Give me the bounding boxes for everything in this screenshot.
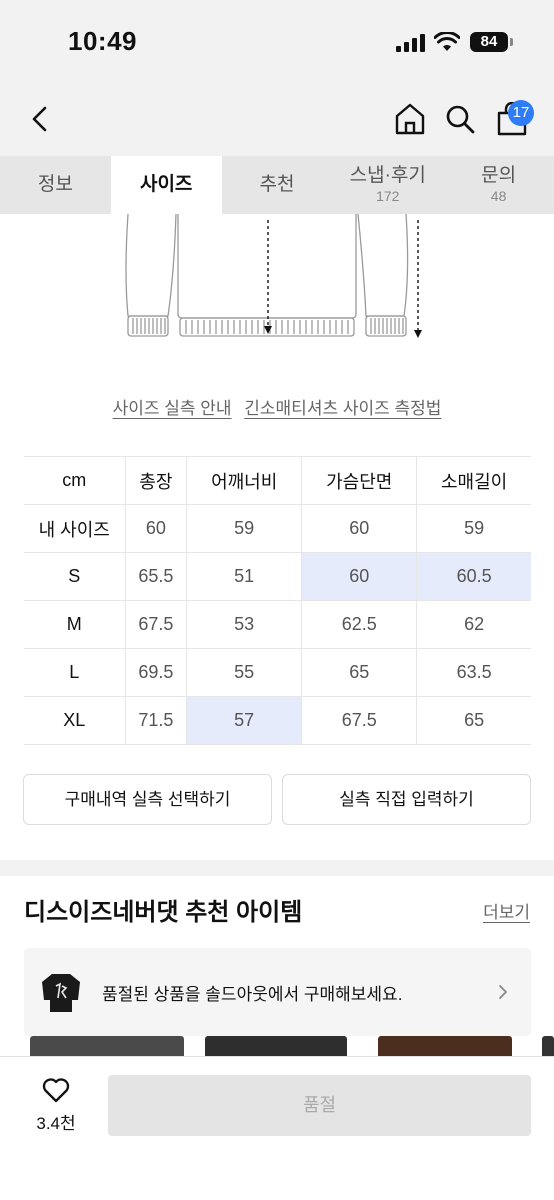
product-tabs: 정보 사이즈 추천 스냅·후기 172 문의 48: [0, 156, 554, 214]
table-cell-highlighted: 60: [301, 552, 418, 601]
measure-method-link[interactable]: 긴소매티셔츠 사이즈 측정법: [244, 399, 441, 418]
sold-out-button[interactable]: 품절: [108, 1075, 531, 1136]
product-image-peek[interactable]: [205, 1036, 347, 1056]
table-cell: 59: [186, 504, 303, 553]
tab-label: 정보: [37, 174, 73, 195]
size-guide-links: 사이즈 실측 안내 긴소매티셔츠 사이즈 측정법: [0, 394, 554, 419]
table-header-cell: 어깨너비: [186, 456, 303, 505]
table-cell: 53: [186, 600, 303, 649]
more-link[interactable]: 더보기: [483, 898, 530, 923]
wifi-icon: [434, 32, 460, 51]
table-cell-highlighted: 57: [186, 696, 303, 745]
battery-tip: [510, 38, 513, 46]
table-row: S 65.5 51 60 60.5: [24, 552, 531, 601]
chevron-right-icon: [499, 985, 507, 999]
heart-icon[interactable]: [42, 1077, 70, 1103]
tab-label: 스냅·후기: [349, 165, 426, 186]
tab-recommend[interactable]: 추천: [222, 156, 333, 214]
like-count: 3.4천: [36, 1114, 76, 1133]
table-header-cell: 총장: [125, 456, 188, 505]
table-cell: 65.5: [125, 552, 188, 601]
table-header-row: cm 총장 어깨너비 가슴단면 소매길이: [24, 456, 531, 505]
table-cell: 60: [301, 504, 418, 553]
back-arrow-icon[interactable]: [26, 104, 56, 134]
tab-label: 문의: [481, 165, 517, 186]
enter-measurement-button[interactable]: 실측 직접 입력하기: [282, 774, 531, 825]
table-row: L 69.5 55 65 63.5: [24, 648, 531, 697]
search-icon[interactable]: [445, 104, 475, 134]
bottom-purchase-bar: 3.4천 품절: [0, 1056, 554, 1200]
row-label: M: [24, 600, 126, 649]
table-cell: 51: [186, 552, 303, 601]
cart-count-badge: 17: [508, 100, 534, 126]
table-cell: 60: [125, 504, 188, 553]
table-row: M 67.5 53 62.5 62: [24, 600, 531, 649]
table-cell: 63.5: [416, 648, 531, 697]
tab-inquiry[interactable]: 문의 48: [443, 156, 554, 214]
status-time: 10:49: [68, 26, 137, 56]
soldout-banner[interactable]: 품절된 상품을 솔드아웃에서 구매해보세요.: [24, 948, 531, 1036]
row-label: 내 사이즈: [24, 504, 126, 553]
table-header-cell: 소매길이: [416, 456, 531, 505]
sweatshirt-thumbnail: [42, 974, 80, 1012]
size-section: 사이즈 실측 안내 긴소매티셔츠 사이즈 측정법 cm 총장 어깨너비 가슴단면…: [0, 214, 554, 860]
tab-label: 사이즈: [139, 174, 193, 195]
table-row: XL 71.5 57 67.5 65: [24, 696, 531, 745]
size-table: cm 총장 어깨너비 가슴단면 소매길이 내 사이즈 60 59 60 59 S…: [24, 456, 531, 745]
top-nav: 17: [0, 80, 554, 156]
table-cell: 69.5: [125, 648, 188, 697]
soldout-notice-text: 품절된 상품을 솔드아웃에서 구매해보세요.: [102, 985, 403, 1004]
table-row: 내 사이즈 60 59 60 59: [24, 504, 531, 553]
table-cell: 59: [416, 504, 531, 553]
select-from-purchase-history-button[interactable]: 구매내역 실측 선택하기: [23, 774, 272, 825]
size-measure-guide-link[interactable]: 사이즈 실측 안내: [113, 399, 232, 418]
row-label: XL: [24, 696, 126, 745]
recommend-section: 디스이즈네버댓 추천 아이템 더보기 품절된 상품을 솔드아웃에서 구매해보세요…: [0, 876, 554, 1056]
table-cell: 62.5: [301, 600, 418, 649]
recommend-title: 디스이즈네버댓 추천 아이템: [24, 899, 303, 926]
product-image-peek[interactable]: [378, 1036, 512, 1056]
tab-label: 추천: [259, 174, 295, 195]
sweatshirt-measurement-illustration: [125, 214, 422, 338]
table-header-cell: 가슴단면: [301, 456, 418, 505]
tab-size[interactable]: 사이즈: [110, 156, 222, 214]
table-cell: 71.5: [125, 696, 188, 745]
tab-info[interactable]: 정보: [0, 156, 111, 214]
battery-icon: 84: [470, 32, 508, 52]
table-cell: 67.5: [125, 600, 188, 649]
table-header-cell: cm: [24, 456, 126, 505]
cellular-signal-icon: [396, 34, 426, 52]
table-cell: 67.5: [301, 696, 418, 745]
product-image-peek[interactable]: [30, 1036, 184, 1056]
table-cell: 65: [301, 648, 418, 697]
table-cell-highlighted: 60.5: [416, 552, 531, 601]
row-label: L: [24, 648, 126, 697]
home-icon[interactable]: [394, 102, 426, 136]
status-bar: 10:49 84: [0, 0, 554, 80]
row-label: S: [24, 552, 126, 601]
measure-buttons: 구매내역 실측 선택하기 실측 직접 입력하기: [23, 774, 531, 825]
tab-snap-review[interactable]: 스냅·후기 172: [332, 156, 443, 214]
tab-count: 172: [376, 188, 400, 204]
table-cell: 62: [416, 600, 531, 649]
table-cell: 65: [416, 696, 531, 745]
product-image-peek[interactable]: [542, 1036, 554, 1056]
tab-count: 48: [490, 188, 507, 204]
table-cell: 55: [186, 648, 303, 697]
